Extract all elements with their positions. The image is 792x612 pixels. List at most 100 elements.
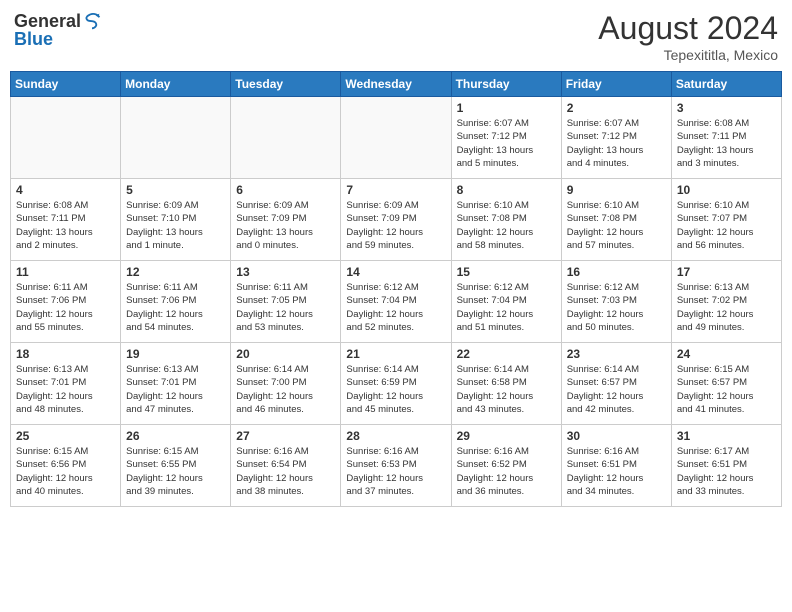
day-number: 28 (346, 429, 445, 443)
calendar-day-cell: 18 Sunrise: 6:13 AM Sunset: 7:01 PM Dayli… (11, 343, 121, 425)
calendar-day-cell: 9Sunrise: 6:10 AM Sunset: 7:08 PM Daylig… (561, 179, 671, 261)
day-number: 2 (567, 101, 666, 115)
calendar-day-cell: 28 Sunrise: 6:16 AM Sunset: 6:53 PM Dayli… (341, 425, 451, 507)
day-of-week-header: Friday (561, 72, 671, 97)
calendar-day-cell: 24 Sunrise: 6:15 AM Sunset: 6:57 PM Dayli… (671, 343, 781, 425)
logo-bird-icon (81, 10, 103, 32)
day-info: Sunrise: 6:15 AM Sunset: 6:57 PM Dayligh… (677, 363, 776, 416)
day-info: Sunrise: 6:14 AM Sunset: 6:59 PM Dayligh… (346, 363, 445, 416)
calendar-day-cell (341, 97, 451, 179)
logo: General Blue (14, 10, 103, 48)
day-info: Sunrise: 6:17 AM Sunset: 6:51 PM Dayligh… (677, 445, 776, 498)
day-info: Sunrise: 6:12 AM Sunset: 7:04 PM Dayligh… (346, 281, 445, 334)
calendar-day-cell (121, 97, 231, 179)
day-number: 26 (126, 429, 225, 443)
day-number: 6 (236, 183, 335, 197)
calendar-day-cell: 17Sunrise: 6:13 AM Sunset: 7:02 PM Dayli… (671, 261, 781, 343)
day-number: 20 (236, 347, 335, 361)
calendar-day-cell: 4Sunrise: 6:08 AM Sunset: 7:11 PM Daylig… (11, 179, 121, 261)
month-year-title: August 2024 (598, 10, 778, 47)
day-info: Sunrise: 6:14 AM Sunset: 6:58 PM Dayligh… (457, 363, 556, 416)
day-info: Sunrise: 6:11 AM Sunset: 7:05 PM Dayligh… (236, 281, 335, 334)
calendar-day-cell: 12 Sunrise: 6:11 AM Sunset: 7:06 PM Dayli… (121, 261, 231, 343)
logo-general: General (14, 12, 81, 30)
day-number: 1 (457, 101, 556, 115)
day-number: 22 (457, 347, 556, 361)
day-number: 31 (677, 429, 776, 443)
day-info: Sunrise: 6:07 AM Sunset: 7:12 PM Dayligh… (567, 117, 666, 170)
day-info: Sunrise: 6:12 AM Sunset: 7:04 PM Dayligh… (457, 281, 556, 334)
day-number: 13 (236, 265, 335, 279)
day-number: 24 (677, 347, 776, 361)
calendar-day-cell: 1 Sunrise: 6:07 AM Sunset: 7:12 PM Daylig… (451, 97, 561, 179)
day-info: Sunrise: 6:11 AM Sunset: 7:06 PM Dayligh… (16, 281, 115, 334)
day-of-week-header: Tuesday (231, 72, 341, 97)
day-info: Sunrise: 6:16 AM Sunset: 6:53 PM Dayligh… (346, 445, 445, 498)
calendar-day-cell: 31 Sunrise: 6:17 AM Sunset: 6:51 PM Dayli… (671, 425, 781, 507)
day-of-week-header: Thursday (451, 72, 561, 97)
day-number: 11 (16, 265, 115, 279)
day-number: 3 (677, 101, 776, 115)
day-number: 5 (126, 183, 225, 197)
day-info: Sunrise: 6:11 AM Sunset: 7:06 PM Dayligh… (126, 281, 225, 334)
day-of-week-header: Saturday (671, 72, 781, 97)
day-info: Sunrise: 6:13 AM Sunset: 7:01 PM Dayligh… (16, 363, 115, 416)
page-header: General Blue August 2024 Tepexititla, Me… (10, 10, 782, 63)
calendar-week-row: 1 Sunrise: 6:07 AM Sunset: 7:12 PM Daylig… (11, 97, 782, 179)
calendar-header: SundayMondayTuesdayWednesdayThursdayFrid… (11, 72, 782, 97)
day-number: 17 (677, 265, 776, 279)
calendar-table: SundayMondayTuesdayWednesdayThursdayFrid… (10, 71, 782, 507)
day-of-week-header: Wednesday (341, 72, 451, 97)
day-number: 8 (457, 183, 556, 197)
day-info: Sunrise: 6:15 AM Sunset: 6:56 PM Dayligh… (16, 445, 115, 498)
calendar-day-cell: 8 Sunrise: 6:10 AM Sunset: 7:08 PM Daylig… (451, 179, 561, 261)
calendar-day-cell (11, 97, 121, 179)
day-info: Sunrise: 6:07 AM Sunset: 7:12 PM Dayligh… (457, 117, 556, 170)
day-number: 10 (677, 183, 776, 197)
calendar-day-cell: 3 Sunrise: 6:08 AM Sunset: 7:11 PM Daylig… (671, 97, 781, 179)
calendar-day-cell: 19Sunrise: 6:13 AM Sunset: 7:01 PM Dayli… (121, 343, 231, 425)
day-info: Sunrise: 6:14 AM Sunset: 6:57 PM Dayligh… (567, 363, 666, 416)
day-number: 7 (346, 183, 445, 197)
calendar-day-cell: 6 Sunrise: 6:09 AM Sunset: 7:09 PM Daylig… (231, 179, 341, 261)
calendar-week-row: 4Sunrise: 6:08 AM Sunset: 7:11 PM Daylig… (11, 179, 782, 261)
day-number: 29 (457, 429, 556, 443)
calendar-day-cell: 26 Sunrise: 6:15 AM Sunset: 6:55 PM Dayli… (121, 425, 231, 507)
day-info: Sunrise: 6:09 AM Sunset: 7:10 PM Dayligh… (126, 199, 225, 252)
calendar-day-cell: 27 Sunrise: 6:16 AM Sunset: 6:54 PM Dayli… (231, 425, 341, 507)
day-info: Sunrise: 6:09 AM Sunset: 7:09 PM Dayligh… (346, 199, 445, 252)
calendar-week-row: 25 Sunrise: 6:15 AM Sunset: 6:56 PM Dayli… (11, 425, 782, 507)
calendar-day-cell: 2 Sunrise: 6:07 AM Sunset: 7:12 PM Daylig… (561, 97, 671, 179)
day-info: Sunrise: 6:08 AM Sunset: 7:11 PM Dayligh… (677, 117, 776, 170)
day-number: 14 (346, 265, 445, 279)
calendar-week-row: 18 Sunrise: 6:13 AM Sunset: 7:01 PM Dayli… (11, 343, 782, 425)
calendar-day-cell: 7 Sunrise: 6:09 AM Sunset: 7:09 PM Daylig… (341, 179, 451, 261)
day-info: Sunrise: 6:16 AM Sunset: 6:52 PM Dayligh… (457, 445, 556, 498)
calendar-body: 1 Sunrise: 6:07 AM Sunset: 7:12 PM Daylig… (11, 97, 782, 507)
day-info: Sunrise: 6:16 AM Sunset: 6:51 PM Dayligh… (567, 445, 666, 498)
day-info: Sunrise: 6:16 AM Sunset: 6:54 PM Dayligh… (236, 445, 335, 498)
day-of-week-header: Sunday (11, 72, 121, 97)
calendar-day-cell: 22 Sunrise: 6:14 AM Sunset: 6:58 PM Dayli… (451, 343, 561, 425)
day-number: 18 (16, 347, 115, 361)
calendar-week-row: 11 Sunrise: 6:11 AM Sunset: 7:06 PM Dayli… (11, 261, 782, 343)
day-info: Sunrise: 6:10 AM Sunset: 7:08 PM Dayligh… (567, 199, 666, 252)
day-number: 30 (567, 429, 666, 443)
calendar-day-cell: 10 Sunrise: 6:10 AM Sunset: 7:07 PM Dayli… (671, 179, 781, 261)
day-number: 16 (567, 265, 666, 279)
calendar-day-cell: 15Sunrise: 6:12 AM Sunset: 7:04 PM Dayli… (451, 261, 561, 343)
day-info: Sunrise: 6:10 AM Sunset: 7:08 PM Dayligh… (457, 199, 556, 252)
day-number: 12 (126, 265, 225, 279)
calendar-day-cell: 20 Sunrise: 6:14 AM Sunset: 7:00 PM Dayli… (231, 343, 341, 425)
day-info: Sunrise: 6:09 AM Sunset: 7:09 PM Dayligh… (236, 199, 335, 252)
day-info: Sunrise: 6:15 AM Sunset: 6:55 PM Dayligh… (126, 445, 225, 498)
calendar-day-cell (231, 97, 341, 179)
day-number: 27 (236, 429, 335, 443)
day-number: 23 (567, 347, 666, 361)
day-number: 25 (16, 429, 115, 443)
day-info: Sunrise: 6:10 AM Sunset: 7:07 PM Dayligh… (677, 199, 776, 252)
calendar-day-cell: 29 Sunrise: 6:16 AM Sunset: 6:52 PM Dayli… (451, 425, 561, 507)
day-info: Sunrise: 6:08 AM Sunset: 7:11 PM Dayligh… (16, 199, 115, 252)
day-info: Sunrise: 6:14 AM Sunset: 7:00 PM Dayligh… (236, 363, 335, 416)
days-of-week-row: SundayMondayTuesdayWednesdayThursdayFrid… (11, 72, 782, 97)
